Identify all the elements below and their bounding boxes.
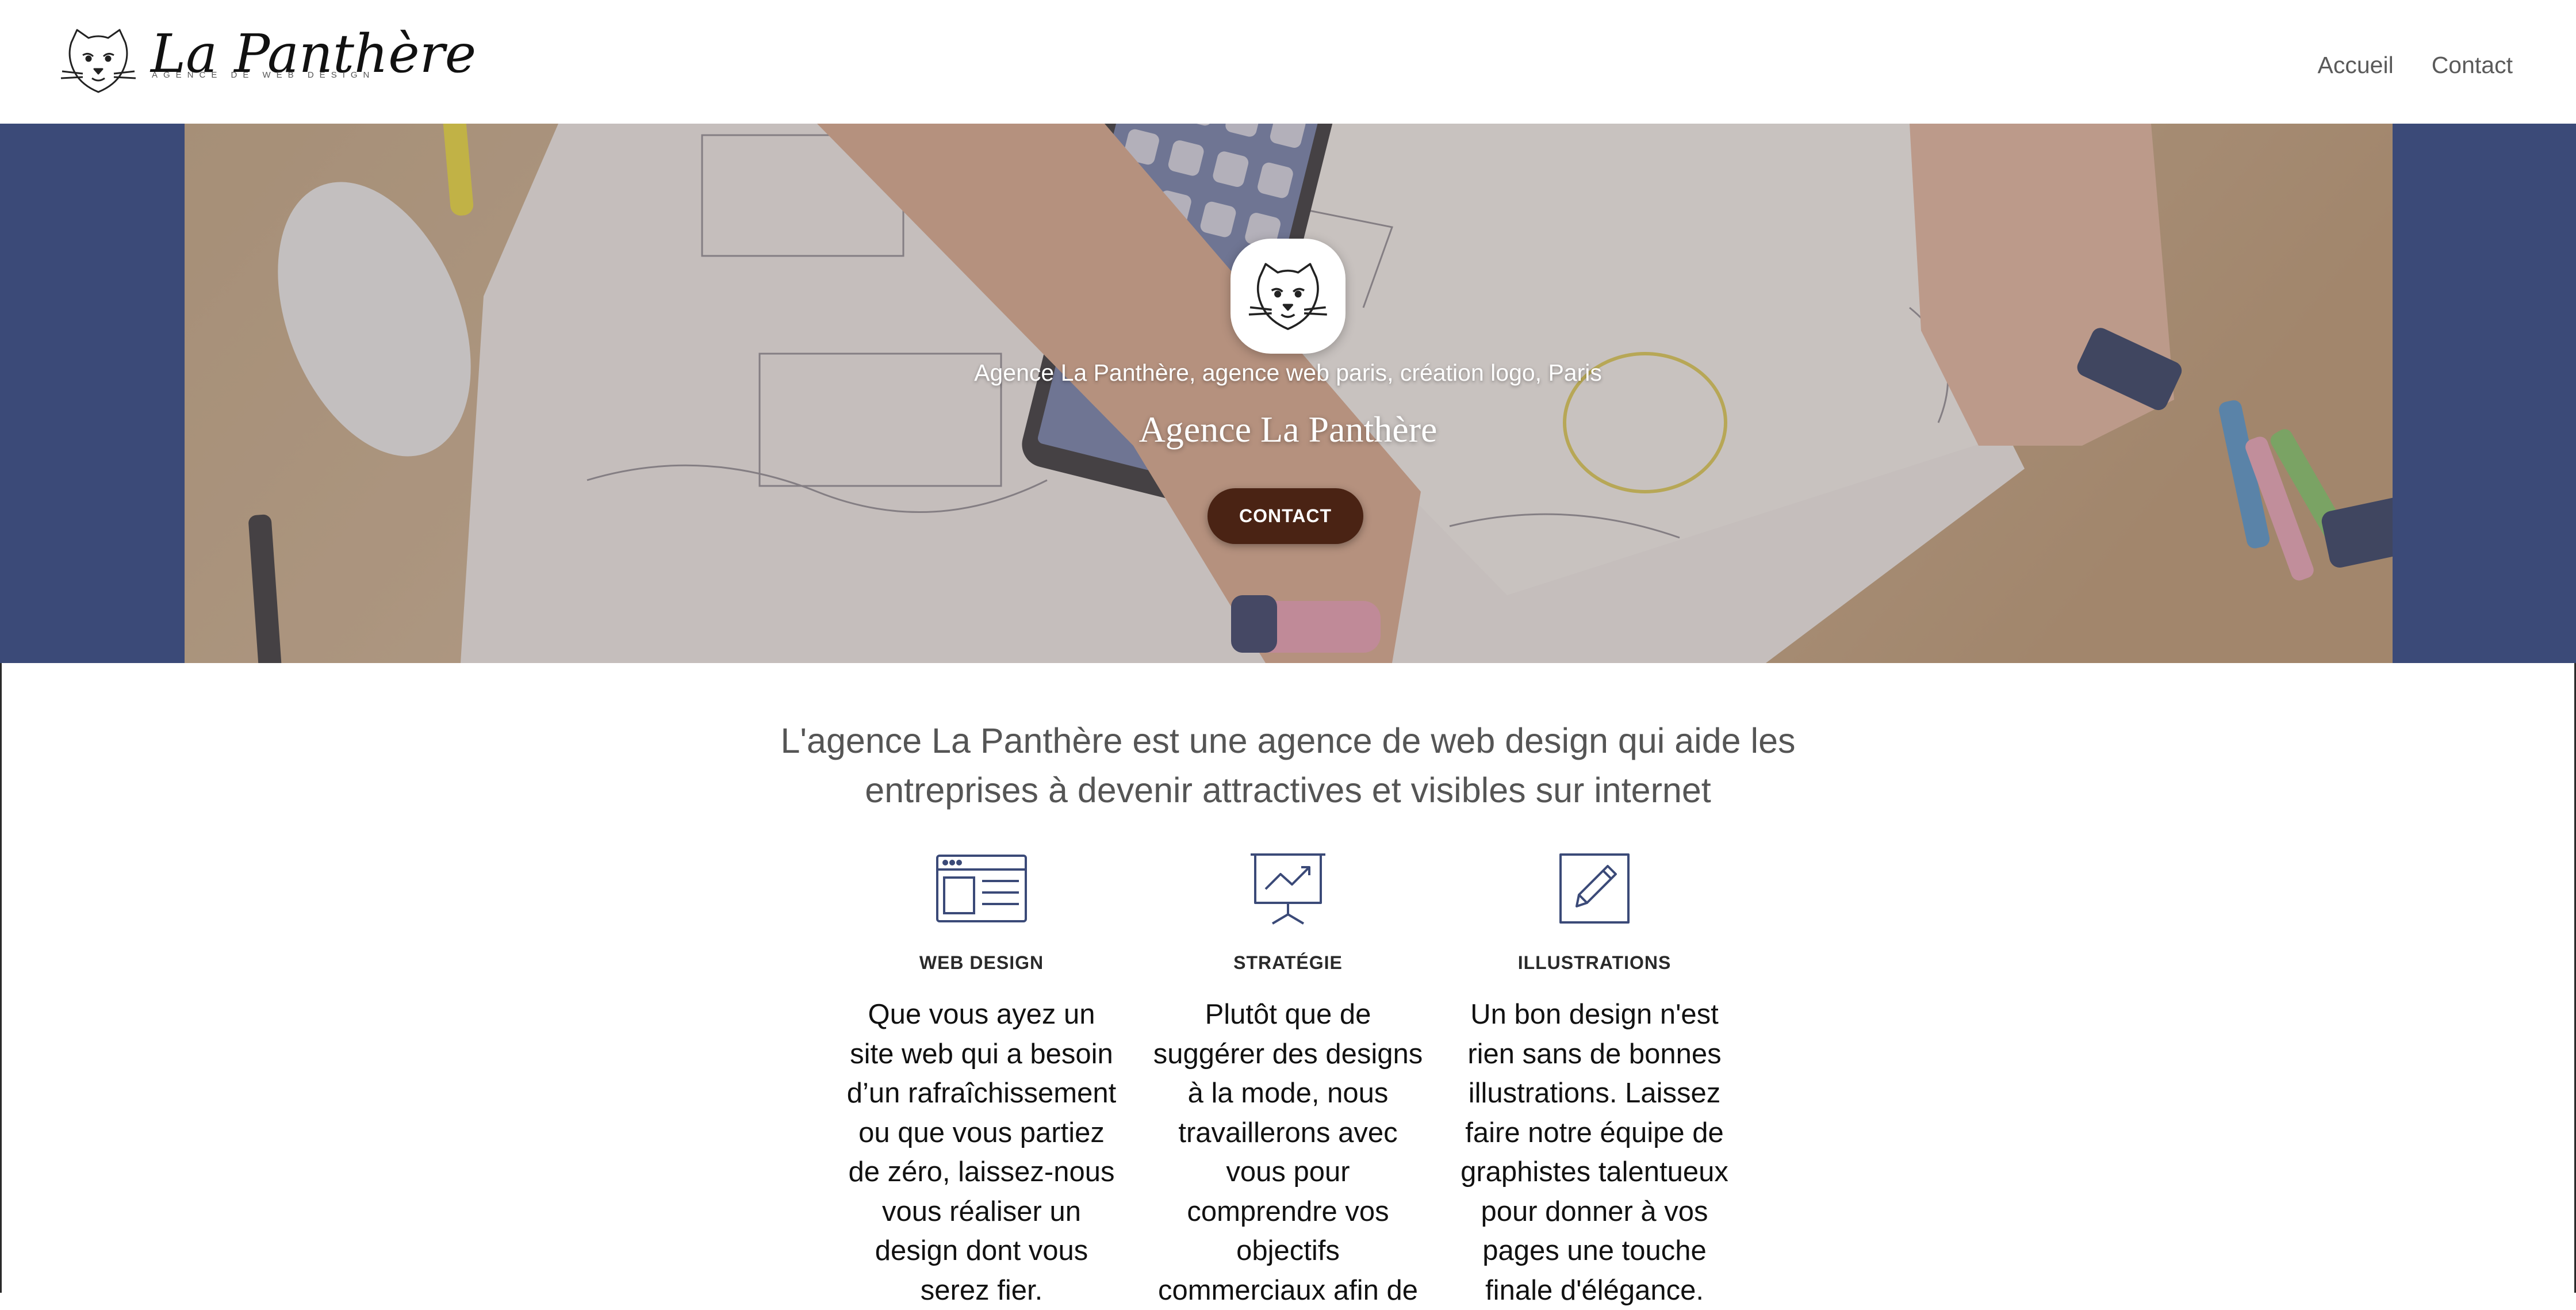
- main-nav: Accueil Contact: [2318, 49, 2513, 81]
- service-description: Que vous ayez un site web qui a besoin d…: [846, 999, 1117, 1306]
- logo-subtitle: AGENCE DE WEB DESIGN: [152, 70, 375, 80]
- hero-logo-badge: [1230, 239, 1346, 354]
- intro-text: L'agence La Panthère est une agence de w…: [780, 721, 1796, 810]
- site-logo[interactable]: La Panthère AGENCE DE WEB DESIGN: [60, 25, 476, 100]
- service-title: WEB DESIGN: [919, 952, 1044, 973]
- panther-head-icon: [1248, 263, 1327, 330]
- panther-head-icon: [60, 29, 136, 93]
- hero-tagline: Agence La Panthère, agence web paris, cr…: [974, 359, 1602, 386]
- nav-link-accueil[interactable]: Accueil: [2318, 49, 2394, 81]
- service-title: ILLUSTRATIONS: [1517, 952, 1672, 973]
- site-header: La Panthère AGENCE DE WEB DESIGN Accueil…: [0, 0, 2576, 124]
- hero-title: Agence La Panthère: [1138, 409, 1438, 450]
- hero-banner: Agence La Panthère, agence web paris, cr…: [0, 124, 2576, 663]
- pencil-square-icon: [1559, 853, 1630, 924]
- service-description: Plutôt que de suggérer des designs à la …: [1153, 999, 1423, 1306]
- nav-link-contact[interactable]: Contact: [2432, 49, 2513, 81]
- presentation-chart-icon: [1251, 853, 1325, 925]
- services-section: WEB DESIGN Que vous ayez un site web qui…: [0, 851, 2576, 1306]
- service-description: Un bon design n'est rien sans de bonnes …: [1460, 999, 1728, 1306]
- hero-content: Agence La Panthère, agence web paris, cr…: [0, 124, 2576, 663]
- contact-button[interactable]: CONTACT: [1208, 488, 1363, 544]
- service-title: STRATÉGIE: [1233, 952, 1343, 973]
- browser-window-icon: [936, 855, 1027, 922]
